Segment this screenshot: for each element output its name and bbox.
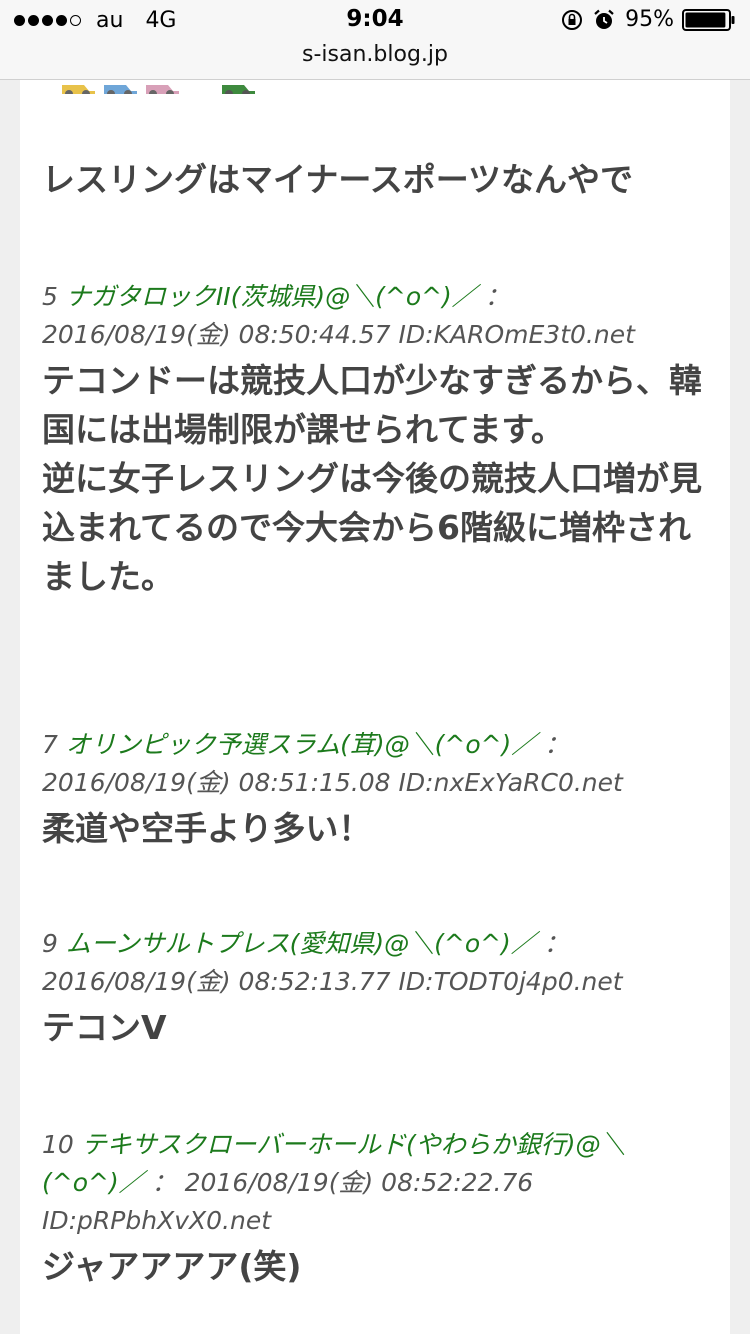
- post-body: テコンV: [42, 1008, 167, 1047]
- alarm-icon: [593, 9, 615, 31]
- post-number: 10: [42, 1130, 74, 1159]
- post-datetime: 2016/08/19(金) 08:52:13.77: [42, 967, 391, 996]
- orientation-lock-icon: [561, 9, 583, 31]
- poster-name: オリンピック予選スラム(茸)@＼(^o^)／: [65, 730, 537, 759]
- post-body: テコンドーは競技人口が少なすぎるから、韓国には出場制限が課せられてます。 逆に女…: [42, 361, 702, 596]
- post-separator: ：: [151, 1168, 177, 1197]
- comment-post: 10 テキサスクローバーホールド(やわらか銀行)@＼(^o^)／ ： 2016/…: [42, 1126, 702, 1291]
- post-id: ID:KAROmE3t0.net: [398, 320, 635, 349]
- article-headline: レスリングはマイナースポーツなんやで: [42, 160, 634, 199]
- url-domain[interactable]: s-isan.blog.jp: [302, 42, 448, 67]
- post-separator: ：: [484, 282, 510, 311]
- poster-name: ナガタロックII(茨城県)@＼(^o^)／: [65, 282, 477, 311]
- poster-name: ムーンサルトプレス(愛知県)@＼(^o^)／: [65, 929, 536, 958]
- post-separator: ：: [543, 929, 569, 958]
- post-number: 7: [42, 730, 58, 759]
- post-header: 10 テキサスクローバーホールド(やわらか銀行)@＼(^o^)／ ： 2016/…: [42, 1126, 702, 1240]
- post-datetime: 2016/08/19(金) 08:52:22.76: [184, 1168, 534, 1197]
- comment-post: 7 オリンピック予選スラム(茸)@＼(^o^)／ ： 2016/08/19(金)…: [42, 726, 702, 853]
- battery-percentage: 95%: [625, 7, 674, 32]
- battery-icon: [682, 8, 736, 31]
- post-number: 9: [42, 929, 58, 958]
- decorative-cars-image: [42, 80, 302, 94]
- post-body: 柔道や空手より多い！: [42, 809, 372, 848]
- article-card: レスリングはマイナースポーツなんやで 5 ナガタロックII(茨城県)@＼(^o^…: [20, 80, 730, 1334]
- status-right: 95%: [561, 7, 736, 32]
- post-datetime: 2016/08/19(金) 08:50:44.57: [42, 320, 391, 349]
- post-separator: ：: [544, 730, 570, 759]
- post-datetime: 2016/08/19(金) 08:51:15.08: [42, 768, 391, 797]
- status-bar: au 4G 9:04 95%: [0, 0, 750, 40]
- post-id: ID:TODT0j4p0.net: [398, 967, 623, 996]
- comment-post: 9 ムーンサルトプレス(愛知県)@＼(^o^)／ ： 2016/08/19(金)…: [42, 925, 702, 1052]
- post-body: ジャアアアア(笑): [42, 1247, 302, 1286]
- post-header: 5 ナガタロックII(茨城県)@＼(^o^)／ ： 2016/08/19(金) …: [42, 278, 702, 354]
- post-header: 7 オリンピック予選スラム(茸)@＼(^o^)／ ： 2016/08/19(金)…: [42, 726, 702, 802]
- comment-post: 5 ナガタロックII(茨城県)@＼(^o^)／ ： 2016/08/19(金) …: [42, 278, 702, 601]
- post-header: 9 ムーンサルトプレス(愛知県)@＼(^o^)／ ： 2016/08/19(金)…: [42, 925, 702, 1001]
- post-id: ID:pRPbhXvX0.net: [42, 1206, 272, 1235]
- post-id: ID:nxExYaRC0.net: [398, 768, 623, 797]
- address-bar[interactable]: s-isan.blog.jp: [0, 40, 750, 80]
- post-number: 5: [42, 282, 58, 311]
